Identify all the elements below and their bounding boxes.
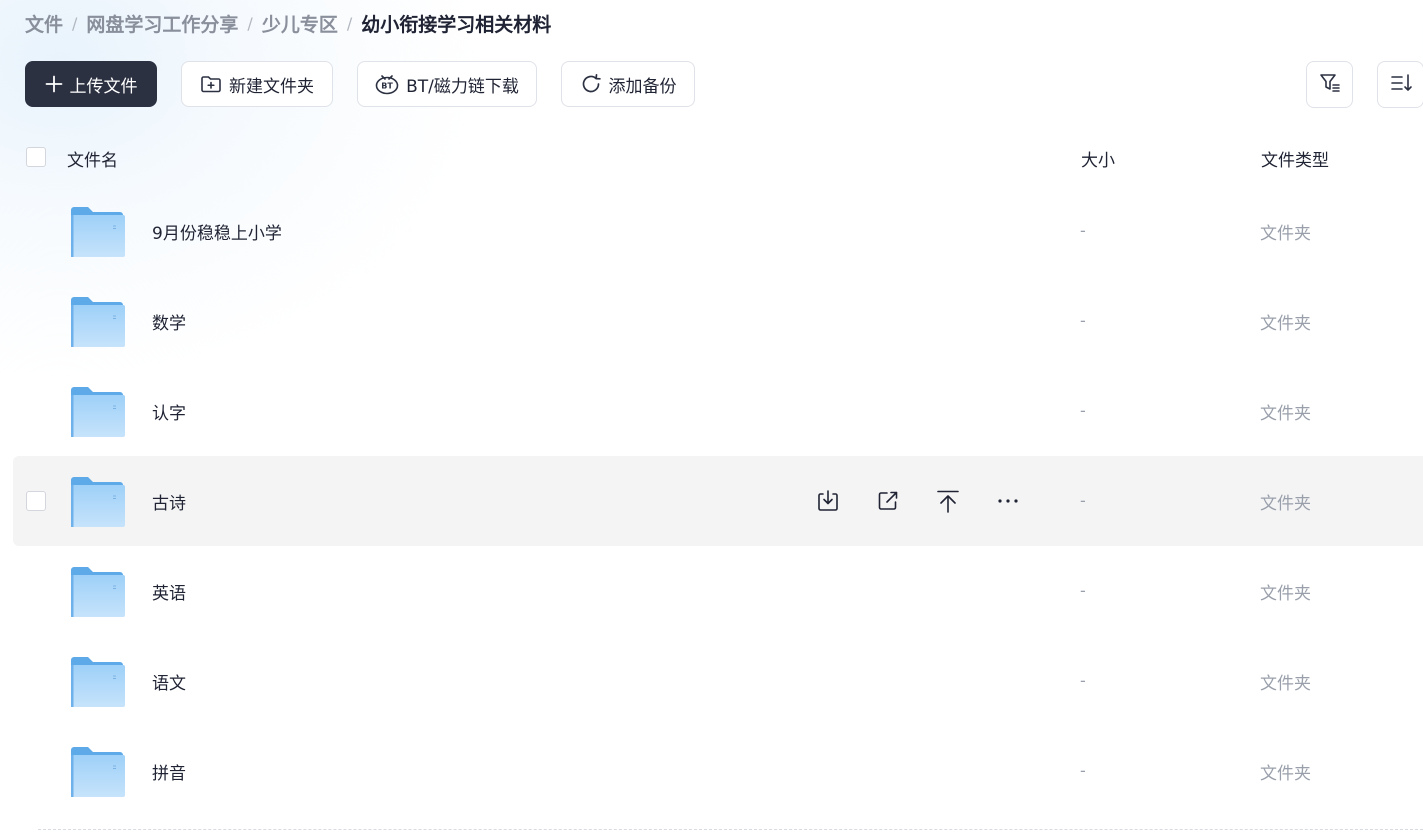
column-header-size[interactable]: 大小: [1081, 146, 1115, 171]
folder-icon: [70, 386, 126, 438]
row-checkbox[interactable]: [26, 491, 46, 511]
file-size: -: [1080, 671, 1086, 690]
file-size: -: [1080, 491, 1086, 510]
bt-download-label: BT/磁力链下载: [406, 76, 519, 97]
file-size: -: [1080, 761, 1086, 780]
select-all-checkbox[interactable]: [26, 147, 46, 167]
table-row[interactable]: 数学 - 文件夹: [0, 276, 1423, 366]
new-folder-icon: [200, 74, 222, 94]
filter-button[interactable]: [1306, 61, 1353, 108]
breadcrumb-separator: /: [72, 13, 78, 33]
file-name[interactable]: 数学: [152, 309, 186, 334]
table-row-hovered[interactable]: 古诗 - 文件夹: [13, 456, 1423, 546]
filter-icon: [1318, 71, 1342, 99]
column-header-type[interactable]: 文件类型: [1261, 146, 1329, 171]
file-name[interactable]: 语文: [152, 669, 186, 694]
file-type: 文件夹: [1260, 224, 1311, 244]
column-header-name[interactable]: 文件名: [67, 146, 118, 171]
breadcrumb-item-share[interactable]: 网盘学习工作分享: [86, 10, 238, 37]
file-size: -: [1080, 311, 1086, 330]
toolbar: 上传文件 新建文件夹 BT BT/磁力链下载 添加备份: [25, 61, 719, 107]
breadcrumb-item-files[interactable]: 文件: [25, 10, 63, 37]
sort-icon: [1389, 71, 1413, 99]
row-actions: [813, 486, 1053, 516]
file-type: 文件夹: [1260, 764, 1311, 784]
file-type: 文件夹: [1260, 584, 1311, 604]
file-type: 文件夹: [1260, 494, 1311, 514]
plus-icon: [45, 75, 63, 93]
table-header: 文件名 大小 文件类型: [0, 138, 1423, 178]
move-to-top-icon[interactable]: [933, 486, 963, 516]
download-icon[interactable]: [813, 486, 843, 516]
new-folder-button[interactable]: 新建文件夹: [181, 61, 333, 107]
file-type: 文件夹: [1260, 674, 1311, 694]
breadcrumb-separator: /: [247, 13, 253, 33]
file-type: 文件夹: [1260, 314, 1311, 334]
table-row[interactable]: 拼音 - 文件夹: [0, 726, 1423, 816]
bt-icon: BT: [375, 73, 399, 95]
new-folder-label: 新建文件夹: [229, 76, 314, 97]
file-size: -: [1080, 581, 1086, 600]
upload-file-button[interactable]: 上传文件: [25, 61, 157, 107]
folder-icon: [70, 476, 126, 528]
bt-download-button[interactable]: BT BT/磁力链下载: [357, 61, 537, 107]
svg-text:BT: BT: [381, 82, 393, 91]
folder-icon: [70, 206, 126, 258]
breadcrumb-separator: /: [346, 13, 353, 33]
file-name[interactable]: 古诗: [152, 489, 186, 514]
folder-icon: [70, 656, 126, 708]
list-bottom-divider: [38, 829, 1423, 830]
file-name[interactable]: 9月份稳稳上小学: [152, 219, 282, 244]
file-size: -: [1080, 221, 1086, 240]
add-backup-button[interactable]: 添加备份: [561, 61, 695, 107]
file-type: 文件夹: [1260, 404, 1311, 424]
upload-file-label: 上传文件: [69, 76, 138, 97]
share-icon[interactable]: [873, 486, 903, 516]
file-name[interactable]: 认字: [152, 399, 186, 424]
table-row[interactable]: 语文 - 文件夹: [0, 636, 1423, 726]
file-size: -: [1080, 401, 1086, 420]
folder-icon: [70, 566, 126, 618]
table-row[interactable]: 9月份稳稳上小学 - 文件夹: [0, 186, 1423, 276]
table-row[interactable]: 认字 - 文件夹: [0, 366, 1423, 456]
folder-icon: [70, 746, 126, 798]
file-name[interactable]: 拼音: [152, 759, 186, 784]
folder-icon: [70, 296, 126, 348]
add-backup-label: 添加备份: [608, 76, 677, 97]
file-list: 9月份稳稳上小学 - 文件夹 数学 - 文件夹 认字 - 文件夹 古诗 - 文件…: [0, 186, 1423, 816]
breadcrumb-item-kids[interactable]: 少儿专区: [262, 10, 338, 37]
breadcrumb-current: 幼小衔接学习相关材料: [361, 13, 552, 36]
file-name[interactable]: 英语: [152, 579, 186, 604]
breadcrumb: 文件 / 网盘学习工作分享 / 少儿专区 / 幼小衔接学习相关材料: [25, 8, 551, 38]
sync-icon: [580, 73, 602, 95]
sort-button[interactable]: [1377, 61, 1423, 108]
table-row[interactable]: 英语 - 文件夹: [0, 546, 1423, 636]
more-icon[interactable]: [993, 486, 1023, 516]
